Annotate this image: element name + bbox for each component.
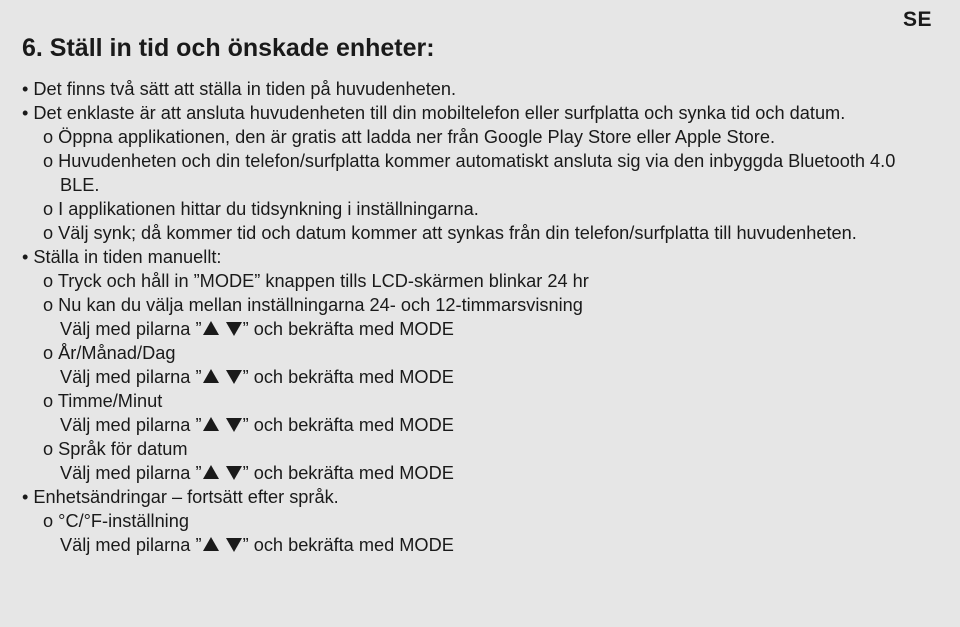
text: Ställa in tiden manuellt: xyxy=(33,247,221,267)
sub-item: Huvudenheten och din telefon/surfplatta … xyxy=(22,149,932,197)
bullet-item: Det enklaste är att ansluta huvudenheten… xyxy=(22,101,932,125)
text-post: ” och bekräfta med MODE xyxy=(243,535,454,555)
sub-item: Språk för datum xyxy=(22,437,932,461)
triangle-up-icon xyxy=(203,417,219,431)
sub-item: Timme/Minut xyxy=(22,389,932,413)
text-pre: Välj med pilarna ” xyxy=(60,463,202,483)
text: I applikationen hittar du tidsynkning i … xyxy=(58,199,479,219)
triangle-down-icon xyxy=(226,370,242,384)
text: °C/°F-inställning xyxy=(58,511,189,531)
sub-item: Nu kan du välja mellan inställningarna 2… xyxy=(22,293,932,317)
text-pre: Välj med pilarna ” xyxy=(60,415,202,435)
text-pre: Välj med pilarna ” xyxy=(60,535,202,555)
content-body: Det finns två sätt att ställa in tiden p… xyxy=(22,77,932,557)
bullet-item: Enhetsändringar – fortsätt efter språk. xyxy=(22,485,932,509)
arrow-line: Välj med pilarna ” ” och bekräfta med MO… xyxy=(22,461,932,485)
text: Nu kan du välja mellan inställningarna 2… xyxy=(58,295,583,315)
sub-item: I applikationen hittar du tidsynkning i … xyxy=(22,197,932,221)
triangle-up-icon xyxy=(203,537,219,551)
arrow-line: Välj med pilarna ” ” och bekräfta med MO… xyxy=(22,533,932,557)
text-pre: Välj med pilarna ” xyxy=(60,367,202,387)
text: Enhetsändringar – fortsätt efter språk. xyxy=(33,487,338,507)
arrow-line: Välj med pilarna ” ” och bekräfta med MO… xyxy=(22,317,932,341)
triangle-up-icon xyxy=(203,465,219,479)
triangle-down-icon xyxy=(226,322,242,336)
language-tag: SE xyxy=(903,8,932,32)
text: Huvudenheten och din telefon/surfplatta … xyxy=(58,151,895,195)
text-post: ” och bekräfta med MODE xyxy=(243,463,454,483)
text-post: ” och bekräfta med MODE xyxy=(243,319,454,339)
triangle-down-icon xyxy=(226,418,242,432)
sub-item: °C/°F-inställning xyxy=(22,509,932,533)
text: Timme/Minut xyxy=(58,391,162,411)
sub-item: Öppna applikationen, den är gratis att l… xyxy=(22,125,932,149)
triangle-down-icon xyxy=(226,466,242,480)
section-heading: 6. Ställ in tid och önskade enheter: xyxy=(22,34,932,63)
sub-item: År/Månad/Dag xyxy=(22,341,932,365)
arrow-line: Välj med pilarna ” ” och bekräfta med MO… xyxy=(22,413,932,437)
text-post: ” och bekräfta med MODE xyxy=(243,367,454,387)
triangle-up-icon xyxy=(203,321,219,335)
text: Välj synk; då kommer tid och datum komme… xyxy=(58,223,857,243)
text: Språk för datum xyxy=(58,439,187,459)
text: Öppna applikationen, den är gratis att l… xyxy=(58,127,775,147)
sub-item: Välj synk; då kommer tid och datum komme… xyxy=(22,221,932,245)
text-post: ” och bekräfta med MODE xyxy=(243,415,454,435)
triangle-down-icon xyxy=(226,538,242,552)
bullet-item: Det finns två sätt att ställa in tiden p… xyxy=(22,77,932,101)
text: Det finns två sätt att ställa in tiden p… xyxy=(33,79,456,99)
text: Det enklaste är att ansluta huvudenheten… xyxy=(33,103,845,123)
text: Tryck och håll in ”MODE” knappen tills L… xyxy=(58,271,589,291)
sub-item: Tryck och håll in ”MODE” knappen tills L… xyxy=(22,269,932,293)
bullet-item: Ställa in tiden manuellt: xyxy=(22,245,932,269)
text-pre: Välj med pilarna ” xyxy=(60,319,202,339)
arrow-line: Välj med pilarna ” ” och bekräfta med MO… xyxy=(22,365,932,389)
text: År/Månad/Dag xyxy=(58,343,175,363)
triangle-up-icon xyxy=(203,369,219,383)
